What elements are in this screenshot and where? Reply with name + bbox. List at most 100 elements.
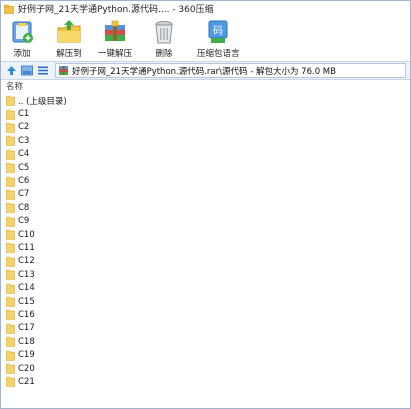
- folder-icon: [6, 162, 15, 173]
- folder-name: C20: [18, 363, 35, 374]
- folder-name: C3: [18, 135, 30, 146]
- archive-language-label: 压缩包语言: [197, 49, 240, 59]
- one-click-extract-label: 一键解压: [98, 49, 133, 59]
- folder-name: C19: [18, 350, 35, 361]
- thumbnail-view-icon: [21, 65, 33, 76]
- list-item-parent-folder[interactable]: .. (上级目录): [6, 94, 410, 107]
- list-item[interactable]: C16: [6, 308, 410, 321]
- folder-name: C10: [18, 229, 35, 240]
- extract-to-icon: [57, 20, 81, 43]
- folder-icon: [6, 122, 15, 133]
- extract-to-label: 解压到: [56, 49, 82, 59]
- folder-name: C11: [18, 242, 35, 253]
- add-button[interactable]: 添加: [9, 19, 35, 59]
- folder-icon: [6, 243, 15, 254]
- trash-icon: [155, 21, 173, 44]
- archive-path: 好例子网_21天学通Python.源代码.rar\源代码 - 解包大小为 76.…: [72, 66, 336, 77]
- list-item[interactable]: C3: [6, 134, 410, 147]
- add-icon: [12, 21, 33, 43]
- column-header-name[interactable]: 名称: [1, 80, 410, 92]
- folder-name: C16: [18, 309, 35, 320]
- list-item[interactable]: C1: [6, 107, 410, 120]
- add-button-label: 添加: [13, 49, 31, 59]
- folder-name: C8: [18, 202, 30, 213]
- folder-icon: [6, 269, 15, 281]
- folder-name: C14: [18, 283, 35, 294]
- view-list-button[interactable]: [37, 65, 49, 77]
- list-item[interactable]: C18: [6, 335, 410, 348]
- file-list: .. (上级目录) C1 C2 C3 C4 C5 C6 C7 C8 C9 C10…: [1, 94, 410, 389]
- folder-name: C21: [18, 376, 35, 387]
- title-bar: 好例子网_21天学通Python.源代码.... - 360压缩: [1, 1, 410, 16]
- folder-icon: [6, 136, 15, 147]
- list-item[interactable]: C7: [6, 188, 410, 201]
- list-item[interactable]: C14: [6, 281, 410, 294]
- folder-name: C4: [18, 149, 30, 160]
- path-field[interactable]: 好例子网_21天学通Python.源代码.rar\源代码 - 解包大小为 76.…: [55, 63, 406, 78]
- list-item[interactable]: C9: [6, 215, 410, 228]
- folder-name: C12: [18, 256, 35, 267]
- list-item[interactable]: C6: [6, 174, 410, 187]
- folder-icon: [6, 229, 15, 240]
- folder-icon: [6, 310, 15, 321]
- folder-name: .. (上级目录): [18, 96, 67, 107]
- folder-name: C2: [18, 122, 30, 133]
- app-window: 好例子网_21天学通Python.源代码.... - 360压缩 添加 解压到: [0, 0, 411, 409]
- folder-name: C17: [18, 323, 35, 334]
- app-logo-icon: [4, 4, 14, 14]
- column-header-label: 名称: [6, 82, 24, 92]
- list-item[interactable]: C20: [6, 362, 410, 375]
- folder-icon: [6, 189, 15, 200]
- list-item[interactable]: C11: [6, 241, 410, 254]
- archive-language-button[interactable]: 码 压缩包语言: [197, 19, 240, 59]
- list-item[interactable]: C13: [6, 268, 410, 281]
- list-item[interactable]: C17: [6, 322, 410, 335]
- list-item[interactable]: C2: [6, 121, 410, 134]
- archive-language-icon: 码: [208, 20, 228, 43]
- folder-name: C18: [18, 336, 35, 347]
- folder-icon: [6, 109, 15, 120]
- window-title: 好例子网_21天学通Python.源代码.... - 360压缩: [18, 5, 214, 15]
- list-item[interactable]: C12: [6, 255, 410, 268]
- folder-name: C1: [18, 109, 30, 120]
- list-item[interactable]: C21: [6, 375, 410, 388]
- one-click-extract-icon: [105, 20, 125, 41]
- folder-icon: [6, 296, 15, 307]
- folder-icon: [6, 377, 15, 388]
- list-view-icon: [38, 66, 48, 75]
- list-item[interactable]: C5: [6, 161, 410, 174]
- folder-name: C9: [18, 216, 30, 227]
- view-thumbnail-button[interactable]: [21, 65, 33, 77]
- folder-name: C7: [18, 189, 30, 200]
- folder-icon: [6, 283, 15, 294]
- list-item[interactable]: C10: [6, 228, 410, 241]
- up-level-button[interactable]: [5, 65, 17, 77]
- list-item[interactable]: C19: [6, 348, 410, 361]
- arrow-up-icon: [6, 66, 16, 75]
- folder-icon: [6, 176, 15, 187]
- delete-button[interactable]: 删除: [151, 19, 177, 59]
- list-item[interactable]: C4: [6, 148, 410, 161]
- folder-name: C6: [18, 176, 30, 187]
- folder-icon: [6, 256, 15, 267]
- folder-icon: [6, 149, 15, 160]
- list-item[interactable]: C8: [6, 201, 410, 214]
- one-click-extract-button[interactable]: 一键解压: [98, 19, 132, 59]
- list-item[interactable]: C15: [6, 295, 410, 308]
- folder-icon: [6, 95, 15, 106]
- folder-icon: [6, 216, 15, 227]
- folder-icon: [6, 336, 15, 348]
- archive-icon: [59, 66, 68, 75]
- delete-label: 删除: [155, 49, 173, 59]
- folder-name: C5: [18, 162, 30, 173]
- toolbar: 添加 解压到 一键解压 删除 码 压缩包语言: [1, 16, 410, 61]
- folder-icon: [6, 363, 15, 374]
- folder-name: C13: [18, 269, 35, 280]
- folder-icon: [6, 203, 15, 214]
- folder-name: C15: [18, 296, 35, 307]
- address-bar: 好例子网_21天学通Python.源代码.rar\源代码 - 解包大小为 76.…: [1, 61, 410, 80]
- svg-text:码: 码: [213, 25, 223, 37]
- extract-to-button[interactable]: 解压到: [56, 19, 82, 59]
- folder-icon: [6, 350, 15, 361]
- folder-icon: [6, 323, 15, 334]
